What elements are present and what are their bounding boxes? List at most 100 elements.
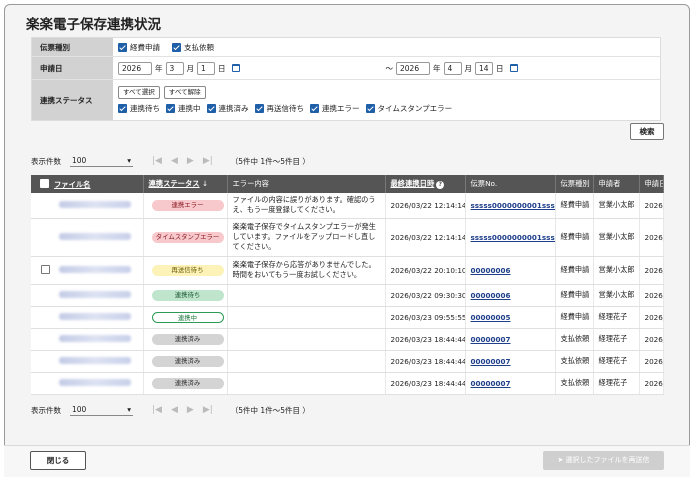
checkbox-checked-icon <box>365 104 375 113</box>
table-row[interactable]: 連携エラー ファイルの内容に誤りがあります。確認のうえ、もう一度登録してください。… <box>31 193 664 219</box>
file-name-cell[interactable] <box>31 328 144 351</box>
last-page-icon[interactable]: ▶| <box>203 156 213 166</box>
checkbox-status-done[interactable]: 連携済み <box>206 103 249 114</box>
checkbox-payment[interactable]: 支払依頼 <box>172 42 214 53</box>
slip-no-cell: 00000005 <box>465 306 556 329</box>
slip-type-cell: 経費申請 <box>555 193 594 219</box>
checkbox-checked-icon <box>254 104 264 113</box>
slip-type-cell: 支払依頼 <box>555 372 594 395</box>
file-name-redacted[interactable] <box>59 290 131 298</box>
select-all-button[interactable]: すべて選択 <box>118 86 160 99</box>
file-name-cell[interactable] <box>31 218 144 257</box>
file-name-redacted[interactable] <box>59 356 131 364</box>
page-size-select[interactable]: 100 ▾ <box>70 404 133 416</box>
close-button[interactable]: 閉じる <box>30 451 86 470</box>
header-file-name[interactable]: ファイル名 <box>31 175 144 193</box>
apply-date-cell: 2026/03/22 <box>639 256 664 285</box>
file-name-cell[interactable] <box>31 350 144 373</box>
applicant-cell: 経理花子 <box>593 328 640 351</box>
header-last-sync[interactable]: 最終連携日時? <box>385 175 466 193</box>
file-name-redacted[interactable] <box>59 312 131 320</box>
from-year-input[interactable]: 2026 <box>118 61 152 75</box>
to-day-input[interactable]: 14 <box>475 61 493 75</box>
error-cell <box>227 372 386 395</box>
applicant-cell: 経理花子 <box>593 306 640 329</box>
table-row[interactable]: 連携待ち 2026/03/22 09:30:30 00000006 経費申請 営業小太郎… <box>31 284 664 307</box>
checkbox-status-waiting[interactable]: 連携待ち <box>118 103 160 114</box>
file-name-redacted[interactable] <box>59 378 131 386</box>
next-page-icon[interactable]: ▶ <box>187 405 194 415</box>
table-row[interactable]: 連携済み 2026/03/23 18:44:44 00000007 支払依頼 経理花子 2… <box>31 372 664 395</box>
status-cell: 連携済み <box>143 328 228 351</box>
checkbox-checked-icon <box>166 104 175 113</box>
search-button[interactable]: 検索 <box>630 123 664 140</box>
file-name-redacted[interactable] <box>59 200 131 208</box>
page-size-select[interactable]: 100 ▾ <box>70 155 133 167</box>
calendar-icon[interactable] <box>231 64 240 72</box>
checkbox-checked-icon <box>310 104 319 113</box>
apply-date-cell: 2026/03/23 <box>639 328 664 351</box>
file-name-cell[interactable] <box>31 372 144 395</box>
last-sync-cell: 2026/03/22 20:10:10 <box>385 256 466 285</box>
file-name-cell[interactable] <box>31 306 144 329</box>
slip-no-link[interactable]: 00000006 <box>471 266 511 275</box>
table-row[interactable]: 再送信待ち 楽楽電子保存から応答がありませんでした。時間をおいてもう一度お試しくだ… <box>31 256 664 285</box>
checkbox-status-syncing[interactable]: 連携中 <box>166 103 201 114</box>
clear-all-button[interactable]: すべて解除 <box>163 86 206 99</box>
calendar-icon[interactable] <box>509 64 518 72</box>
slip-no-link[interactable]: 00000007 <box>471 357 511 366</box>
file-name-cell[interactable] <box>31 193 144 219</box>
slip-no-link[interactable]: 00000007 <box>471 335 511 344</box>
first-page-icon[interactable]: |◀ <box>152 405 162 415</box>
slip-no-link[interactable]: 00000005 <box>471 313 511 322</box>
select-all-rows-checkbox[interactable] <box>40 178 49 188</box>
first-page-icon[interactable]: |◀ <box>152 156 162 166</box>
prev-page-icon[interactable]: ◀ <box>171 405 178 415</box>
table-row[interactable]: 連携済み 2026/03/23 18:44:44 00000007 支払依頼 経理花子 2… <box>31 350 664 373</box>
last-sync-cell: 2026/03/22 12:14:14 <box>385 218 466 257</box>
checkbox-expense[interactable]: 経費申請 <box>118 42 160 53</box>
status-badge: 連携エラー <box>151 199 224 211</box>
next-page-icon[interactable]: ▶ <box>187 156 194 166</box>
slip-no-link[interactable]: sssss0000000001sssss <box>471 233 555 242</box>
table-row[interactable]: 連携済み 2026/03/23 18:44:44 00000007 支払依頼 経理花子 2… <box>31 328 664 351</box>
slip-no-cell: 00000007 <box>465 372 556 395</box>
file-name-redacted[interactable] <box>59 232 131 240</box>
resend-selected-button[interactable]: ➤ 選択したファイルを再送信 <box>543 451 664 470</box>
row-checkbox[interactable] <box>41 265 50 274</box>
sort-down-icon[interactable]: ↓ <box>202 179 208 188</box>
from-month-input[interactable]: 3 <box>165 61 184 75</box>
prev-page-icon[interactable]: ◀ <box>171 156 178 166</box>
checkbox-status-resend[interactable]: 再送信待ち <box>254 103 304 114</box>
status-cell: 連携中 <box>143 306 228 329</box>
applicant-cell: 経理花子 <box>593 372 640 395</box>
checkbox-status-error[interactable]: 連携エラー <box>310 103 360 114</box>
file-name-cell[interactable] <box>31 284 144 307</box>
slip-no-link[interactable]: 00000006 <box>471 291 511 300</box>
slip-no-link[interactable]: sssss0000000001sssss <box>471 201 555 210</box>
result-range: （5件中 1件～5件目 ） <box>230 405 310 415</box>
table-row[interactable]: 連携中 2026/03/23 09:55:55 00000005 経費申請 経理花子 20… <box>31 306 664 329</box>
applicant-cell: 営業小太郎 <box>593 218 640 257</box>
table-row[interactable]: タイムスタンプエラー 楽楽電子保存でタイムスタンプエラーが発生しています。ファイル… <box>31 218 664 257</box>
to-month-input[interactable]: 4 <box>443 61 462 75</box>
file-name-redacted[interactable] <box>59 334 131 342</box>
slip-no-cell: 00000007 <box>465 328 556 351</box>
last-sync-cell: 2026/03/23 18:44:44 <box>385 350 466 373</box>
to-year-input[interactable]: 2026 <box>396 61 430 75</box>
status-badge: 連携待ち <box>151 289 224 301</box>
filter-label-slip-type: 伝票種別 <box>32 38 113 56</box>
last-sync-cell: 2026/03/22 09:30:30 <box>385 284 466 307</box>
last-page-icon[interactable]: ▶| <box>203 405 213 415</box>
header-status[interactable]: 連携ステータス ↓ <box>143 175 228 193</box>
from-day-input[interactable]: 1 <box>197 61 215 75</box>
file-name-cell[interactable] <box>31 256 144 285</box>
checkbox-status-timestamp-error[interactable]: タイムスタンプエラー <box>365 103 452 114</box>
sync-status-table: ファイル名 連携ステータス ↓ エラー内容 最終連携日時? 伝票No. 伝票種別… <box>31 175 664 395</box>
caret-down-icon: ▾ <box>127 405 131 414</box>
status-badge: 連携済み <box>151 355 224 367</box>
file-name-redacted[interactable] <box>59 266 131 273</box>
applicant-cell: 営業小太郎 <box>593 193 640 219</box>
help-icon[interactable]: ? <box>436 181 445 189</box>
slip-no-link[interactable]: 00000007 <box>471 379 511 388</box>
